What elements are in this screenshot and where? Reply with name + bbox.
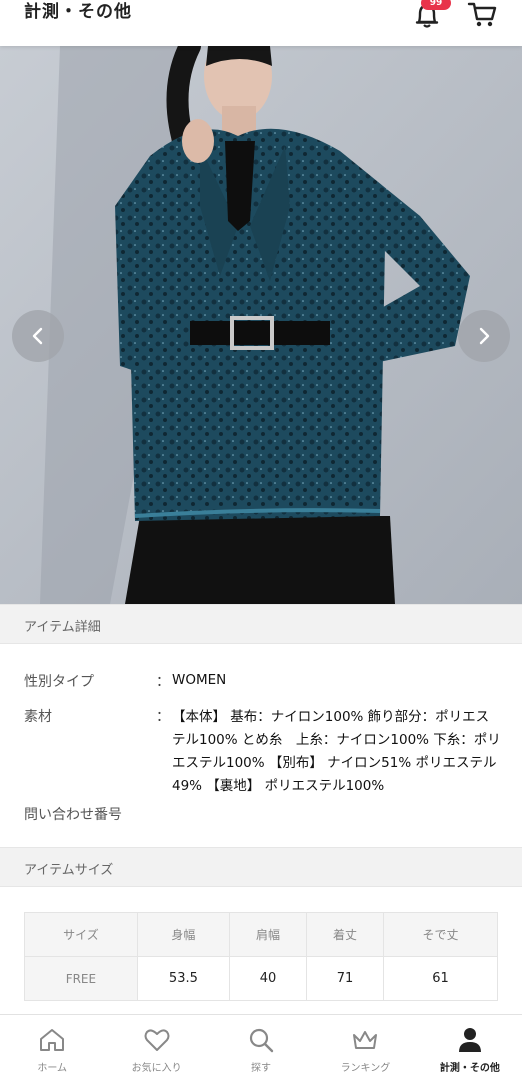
carousel-prev-button[interactable] <box>12 310 64 362</box>
size-table-header-row: サイズ 身幅 肩幅 着丈 そで丈 <box>24 912 498 957</box>
size-header-cell: 着丈 <box>306 912 384 957</box>
size-cell: 61 <box>383 956 498 1001</box>
product-photo <box>0 46 522 604</box>
nav-label: ホーム <box>37 1063 68 1074</box>
size-cell: 40 <box>229 956 307 1001</box>
detail-label: 素材 <box>24 709 52 725</box>
home-icon <box>40 1029 65 1051</box>
table-row: FREE 53.5 40 71 61 <box>24 956 498 1001</box>
detail-label: 性別タイプ <box>24 674 94 690</box>
size-cell: FREE <box>24 956 138 1001</box>
heart-icon <box>144 1029 170 1051</box>
search-icon <box>249 1028 274 1053</box>
detail-colon: ： <box>156 709 170 725</box>
detail-value: 【本体】 基布：ナイロン100% 飾り部分：ポリエステル100% とめ糸 上糸：… <box>172 709 501 794</box>
size-header-cell: 肩幅 <box>229 912 307 957</box>
item-details-title: アイテム詳細 <box>24 620 101 635</box>
nav-label: お気に入り <box>131 1063 182 1074</box>
size-cell: 53.5 <box>136 956 231 1001</box>
nav-item-home[interactable]: ホーム <box>0 1015 104 1080</box>
nav-item-favorites[interactable]: お気に入り <box>104 1015 208 1080</box>
nav-label: ランキング <box>340 1063 391 1074</box>
notification-badge: 99 <box>421 0 451 10</box>
app-header: 計測・その他 99 <box>0 0 522 46</box>
nav-item-account[interactable]: 計測・その他 <box>418 1015 522 1080</box>
size-table: サイズ 身幅 肩幅 着丈 そで丈 FREE 53.5 40 71 61 <box>24 912 498 1001</box>
size-header-cell: そで丈 <box>383 912 498 957</box>
chevron-right-icon <box>479 327 490 345</box>
item-size-header: アイテムサイズ <box>0 847 522 887</box>
chevron-left-icon <box>32 327 43 345</box>
user-icon <box>458 1028 481 1052</box>
nav-label: 探す <box>251 1063 272 1074</box>
item-size-title: アイテムサイズ <box>24 863 114 878</box>
nav-item-ranking[interactable]: ランキング <box>313 1015 417 1080</box>
nav-label: 計測・その他 <box>439 1063 500 1074</box>
detail-value: WOMEN <box>172 672 227 688</box>
cart-icon[interactable] <box>466 0 500 30</box>
nav-item-search[interactable]: 探す <box>209 1015 313 1080</box>
carousel-next-button[interactable] <box>458 310 510 362</box>
size-header-cell: サイズ <box>24 912 138 957</box>
page-title: 計測・その他 <box>24 2 132 22</box>
bottom-nav: ホーム お気に入り 探す ランキング 計測・その他 <box>0 1014 522 1080</box>
detail-colon: ： <box>156 674 170 690</box>
size-cell: 71 <box>306 956 384 1001</box>
size-header-cell: 身幅 <box>136 912 231 957</box>
detail-label: 問い合わせ番号 <box>24 807 122 823</box>
crown-icon <box>353 1031 378 1049</box>
item-details-header: アイテム詳細 <box>0 604 522 644</box>
